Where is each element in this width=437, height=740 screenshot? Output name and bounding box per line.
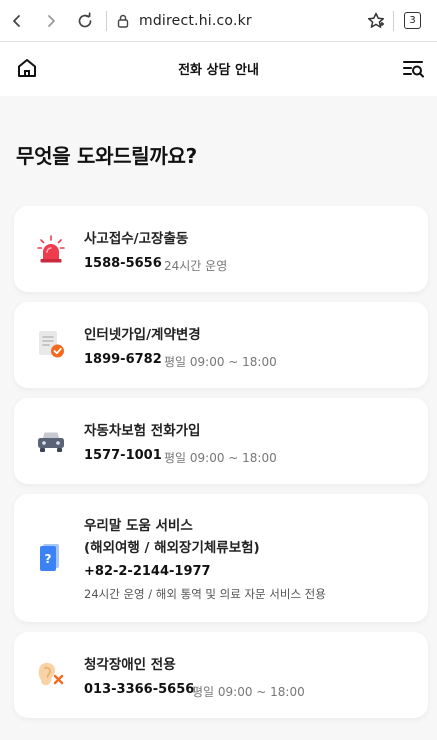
page-title: 전화 상담 안내 [178, 63, 259, 78]
main-content: 무엇을 도와드릴까요? 사고접수/고장출동 1588-5656 24시간 운영 … [0, 96, 437, 740]
car-icon [36, 426, 66, 456]
siren-icon [36, 235, 66, 265]
card-title: 우리말 도움 서비스 [84, 518, 193, 534]
favorite-star-icon[interactable] [366, 11, 386, 31]
question-book-icon: ? [36, 543, 66, 573]
reload-icon[interactable] [74, 10, 96, 32]
card-phone[interactable]: 013-3366-5656 [84, 682, 194, 697]
card-phone[interactable]: 1577-1001 [84, 448, 162, 463]
contact-card-accident[interactable]: 사고접수/고장출동 1588-5656 24시간 운영 [14, 206, 428, 292]
svg-text:?: ? [45, 552, 52, 566]
card-title: 청각장애인 전용 [84, 657, 176, 673]
contact-card-car-insurance[interactable]: 자동차보험 전화가입 1577-1001 평일 09:00 ~ 18:00 [14, 398, 428, 484]
forward-arrow-icon[interactable] [40, 10, 62, 32]
document-check-icon [36, 329, 66, 359]
card-note: 24시간 운영 / 해외 통역 및 의료 자문 서비스 전용 [84, 587, 326, 601]
tab-count-button[interactable]: 3 [404, 12, 421, 29]
hearing-impaired-icon [36, 659, 66, 689]
browser-toolbar: mdirect.hi.co.kr 3 [0, 0, 437, 42]
page-heading: 무엇을 도와드릴까요? [16, 144, 197, 168]
app-header: 전화 상담 안내 [0, 42, 437, 96]
card-phone[interactable]: +82-2-2144-1977 [84, 564, 211, 579]
card-hours: 평일 09:00 ~ 18:00 [164, 355, 277, 369]
card-subtitle: (해외여행 / 해외장기체류보험) [84, 540, 260, 556]
card-hours: 평일 09:00 ~ 18:00 [192, 685, 305, 699]
card-title: 자동차보험 전화가입 [84, 423, 201, 439]
tabs-separator [393, 11, 394, 31]
lock-icon[interactable] [115, 12, 131, 30]
card-hours: 평일 09:00 ~ 18:00 [164, 451, 277, 465]
contact-card-korean-help[interactable]: ? 우리말 도움 서비스 (해외여행 / 해외장기체류보험) +82-2-214… [14, 494, 428, 622]
menu-search-icon[interactable] [403, 59, 425, 79]
card-hours: 24시간 운영 [164, 259, 228, 273]
contact-card-internet[interactable]: 인터넷가입/계약변경 1899-6782 평일 09:00 ~ 18:00 [14, 302, 428, 388]
card-phone[interactable]: 1588-5656 [84, 256, 162, 271]
card-title: 사고접수/고장출동 [84, 231, 189, 247]
url-separator [106, 10, 107, 31]
card-title: 인터넷가입/계약변경 [84, 327, 201, 343]
address-bar[interactable]: mdirect.hi.co.kr [139, 13, 252, 29]
card-phone[interactable]: 1899-6782 [84, 352, 162, 367]
back-arrow-icon[interactable] [6, 10, 28, 32]
contact-card-hearing-impaired[interactable]: 청각장애인 전용 013-3366-5656 평일 09:00 ~ 18:00 [14, 632, 428, 718]
